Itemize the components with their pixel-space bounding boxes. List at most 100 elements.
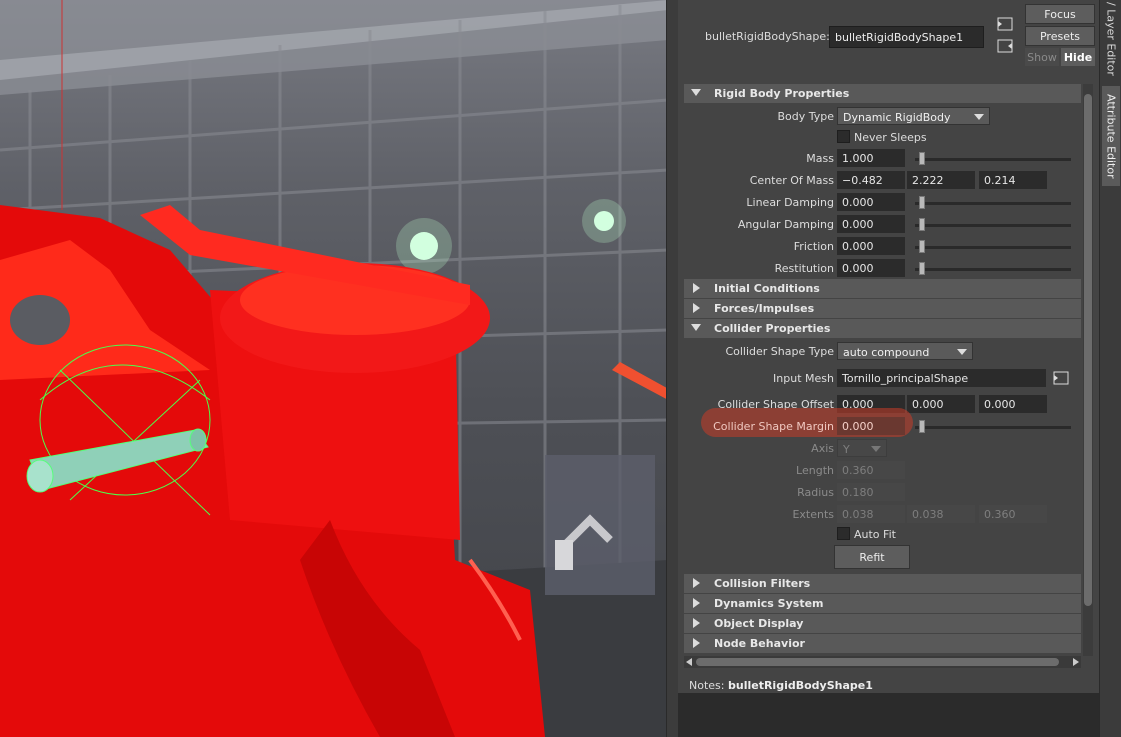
collider-shape-type-value: auto compound: [843, 346, 930, 359]
node-name-field[interactable]: bulletRigidBodyShape1: [829, 26, 984, 48]
collider-shape-offset-z[interactable]: 0.000: [979, 395, 1047, 413]
horizontal-scrollbar[interactable]: [684, 656, 1081, 668]
side-tab-bar: / Layer Editor Attribute Editor: [1099, 0, 1121, 737]
row-length: Length 0.360: [684, 461, 1081, 481]
body-type-label: Body Type: [777, 110, 834, 123]
never-sleeps-checkbox[interactable]: [837, 130, 850, 143]
row-angular-damping: Angular Damping 0.000: [684, 215, 1081, 235]
axis-dropdown[interactable]: Y: [837, 439, 887, 457]
attribute-editor-panel: bulletRigidBodyShape: bulletRigidBodySha…: [678, 0, 1099, 737]
section-object-display[interactable]: Object Display: [684, 614, 1081, 633]
section-collider-properties[interactable]: Collider Properties: [684, 319, 1081, 338]
section-title: Rigid Body Properties: [714, 87, 850, 100]
restitution-label: Restitution: [774, 262, 834, 275]
section-rigid-body-properties[interactable]: Rigid Body Properties: [684, 84, 1081, 103]
never-sleeps-label: Never Sleeps: [854, 131, 927, 144]
extents-x[interactable]: 0.038: [837, 505, 905, 523]
length-field[interactable]: 0.360: [837, 461, 905, 479]
restitution-slider-handle[interactable]: [919, 262, 925, 275]
panel-splitter[interactable]: [666, 0, 678, 737]
angular-damping-field[interactable]: 0.000: [837, 215, 905, 233]
axis-value: Y: [843, 443, 850, 456]
vertical-scrollbar-thumb[interactable]: [1084, 94, 1092, 606]
collider-shape-margin-slider-track[interactable]: [915, 426, 1071, 429]
extents-z[interactable]: 0.360: [979, 505, 1047, 523]
hide-button[interactable]: Hide: [1061, 48, 1095, 66]
collider-shape-margin-slider-handle[interactable]: [919, 420, 925, 433]
row-mass: Mass 1.000: [684, 149, 1081, 169]
mass-field[interactable]: 1.000: [837, 149, 905, 167]
center-of-mass-x[interactable]: −0.482: [837, 171, 905, 189]
mass-slider-track[interactable]: [915, 158, 1071, 161]
input-connection-icon[interactable]: [997, 17, 1013, 31]
section-title: Forces/Impulses: [714, 302, 815, 315]
output-connection-icon[interactable]: [997, 39, 1013, 53]
show-button[interactable]: Show: [1025, 48, 1059, 66]
friction-slider-handle[interactable]: [919, 240, 925, 253]
scroll-right-icon[interactable]: [1072, 658, 1080, 666]
section-title: Dynamics System: [714, 597, 824, 610]
collider-shape-offset-y[interactable]: 0.000: [907, 395, 975, 413]
body-type-dropdown[interactable]: Dynamic RigidBody: [837, 107, 990, 125]
center-of-mass-label: Center Of Mass: [749, 174, 834, 187]
center-of-mass-y[interactable]: 2.222: [907, 171, 975, 189]
chevron-down-icon: [974, 114, 984, 120]
notes-node-name: bulletRigidBodyShape1: [727, 679, 873, 692]
auto-fit-checkbox[interactable]: [837, 527, 850, 540]
annotation-arrow: [612, 362, 668, 413]
chevron-down-icon: [957, 349, 967, 355]
angular-damping-slider-track[interactable]: [915, 224, 1071, 227]
viewport-3d[interactable]: [0, 0, 668, 737]
row-radius: Radius 0.180: [684, 483, 1081, 503]
row-auto-fit: Auto Fit: [684, 526, 1081, 546]
restitution-field[interactable]: 0.000: [837, 259, 905, 277]
section-dynamics-system[interactable]: Dynamics System: [684, 594, 1081, 613]
collapse-triangle-icon: [691, 89, 701, 96]
row-friction: Friction 0.000: [684, 237, 1081, 257]
input-mesh-connection-icon[interactable]: [1053, 371, 1069, 385]
linear-damping-slider-track[interactable]: [915, 202, 1071, 205]
input-mesh-field[interactable]: Tornillo_principalShape: [837, 369, 1046, 387]
linear-damping-field[interactable]: 0.000: [837, 193, 905, 211]
section-forces-impulses[interactable]: Forces/Impulses: [684, 299, 1081, 318]
notes-caption: Notes:: [689, 679, 725, 692]
row-linear-damping: Linear Damping 0.000: [684, 193, 1081, 213]
section-title: Collision Filters: [714, 577, 811, 590]
expand-triangle-icon: [693, 303, 700, 313]
focus-button[interactable]: Focus: [1025, 4, 1095, 24]
center-of-mass-z[interactable]: 0.214: [979, 171, 1047, 189]
section-collision-filters[interactable]: Collision Filters: [684, 574, 1081, 593]
extents-y[interactable]: 0.038: [907, 505, 975, 523]
expand-triangle-icon: [693, 598, 700, 608]
collider-shape-margin-label: Collider Shape Margin: [713, 420, 834, 433]
linear-damping-label: Linear Damping: [746, 196, 834, 209]
scroll-left-icon[interactable]: [685, 658, 693, 666]
presets-button[interactable]: Presets: [1025, 26, 1095, 46]
row-input-mesh: Input Mesh Tornillo_principalShape: [684, 369, 1081, 389]
refit-button[interactable]: Refit: [834, 545, 910, 569]
friction-slider-track[interactable]: [915, 246, 1071, 249]
mass-label: Mass: [806, 152, 834, 165]
collider-shape-type-dropdown[interactable]: auto compound: [837, 342, 973, 360]
section-title: Node Behavior: [714, 637, 805, 650]
row-never-sleeps: Never Sleeps: [684, 129, 1081, 149]
notes-textarea[interactable]: [678, 693, 1099, 737]
notes-label: Notes: bulletRigidBodyShape1: [689, 679, 873, 692]
friction-field[interactable]: 0.000: [837, 237, 905, 255]
radius-field[interactable]: 0.180: [837, 483, 905, 501]
section-initial-conditions[interactable]: Initial Conditions: [684, 279, 1081, 298]
mass-slider-handle[interactable]: [919, 152, 925, 165]
horizontal-scrollbar-thumb[interactable]: [696, 658, 1059, 666]
tab-layer-editor[interactable]: / Layer Editor: [1102, 0, 1120, 78]
viewport-scene: [0, 0, 668, 737]
tab-attribute-editor[interactable]: Attribute Editor: [1102, 86, 1120, 186]
section-title: Object Display: [714, 617, 804, 630]
collider-shape-margin-field[interactable]: 0.000: [837, 417, 905, 435]
expand-triangle-icon: [693, 283, 700, 293]
vertical-scrollbar[interactable]: [1083, 84, 1093, 656]
angular-damping-slider-handle[interactable]: [919, 218, 925, 231]
restitution-slider-track[interactable]: [915, 268, 1071, 271]
row-restitution: Restitution 0.000: [684, 259, 1081, 279]
section-node-behavior[interactable]: Node Behavior: [684, 634, 1081, 653]
linear-damping-slider-handle[interactable]: [919, 196, 925, 209]
